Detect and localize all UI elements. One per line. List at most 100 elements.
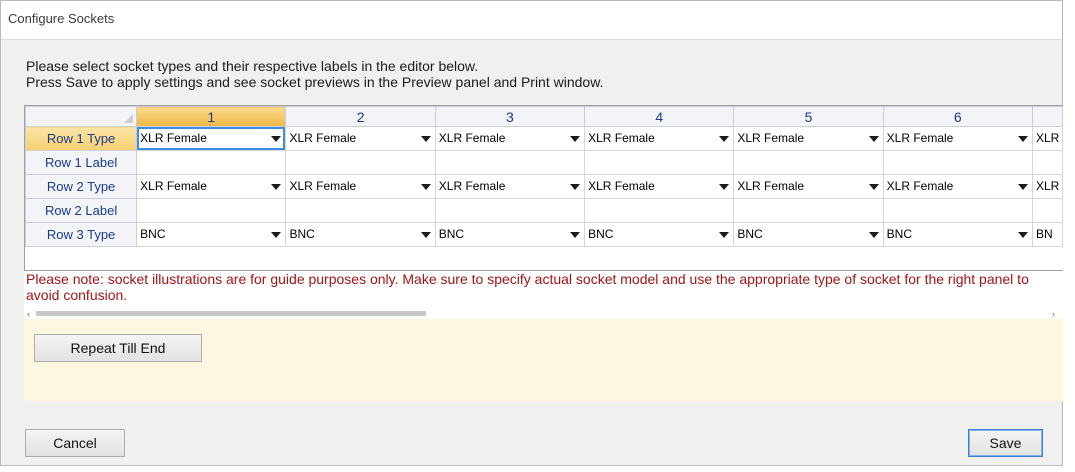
row-header[interactable]: Row 1 Label — [25, 150, 138, 175]
column-header-3[interactable]: 3 — [434, 106, 586, 127]
socket-type-select[interactable]: XLR Female — [735, 176, 882, 198]
column-header-4[interactable]: 4 — [584, 106, 735, 127]
horizontal-scrollbar[interactable]: ‹ › — [24, 308, 1063, 319]
socket-type-select[interactable]: XLR Female — [138, 176, 285, 198]
grid-cell[interactable]: BNC — [136, 222, 287, 247]
dropdown-arrow-icon[interactable] — [719, 184, 730, 190]
grid-cell[interactable] — [584, 198, 735, 223]
socket-type-select[interactable]: BNC — [138, 224, 285, 246]
socket-label-input[interactable] — [884, 152, 1031, 174]
socket-label-input[interactable] — [884, 200, 1031, 222]
grid-cell[interactable]: BNC — [882, 222, 1033, 247]
dropdown-arrow-icon[interactable] — [868, 136, 879, 142]
socket-type-select[interactable]: XLR Female — [884, 128, 1031, 150]
socket-type-select[interactable]: XLR Female — [586, 176, 733, 198]
dropdown-arrow-icon[interactable] — [868, 184, 879, 190]
socket-type-select[interactable]: BNC — [586, 224, 733, 246]
row-header[interactable]: Row 1 Type — [25, 126, 138, 151]
socket-type-select[interactable]: BNC — [884, 224, 1031, 246]
row-header[interactable]: Row 2 Type — [25, 174, 138, 199]
grid-cell[interactable]: XLR Female — [285, 174, 436, 199]
socket-type-select[interactable]: XLR Female — [287, 176, 434, 198]
grid-cell[interactable]: XLR Female — [584, 174, 735, 199]
grid-cell[interactable] — [285, 150, 436, 175]
dropdown-arrow-icon[interactable] — [719, 232, 730, 238]
grid-cell[interactable]: XLR Female — [136, 126, 287, 151]
dropdown-arrow-icon[interactable] — [719, 136, 730, 142]
socket-type-select[interactable]: XLR Female — [586, 128, 733, 150]
dropdown-arrow-icon[interactable] — [271, 232, 282, 238]
grid-cell[interactable]: XLR — [1031, 174, 1063, 199]
socket-label-input[interactable] — [436, 152, 583, 174]
column-header-1[interactable]: 1 — [136, 106, 287, 127]
dropdown-arrow-icon[interactable] — [420, 184, 431, 190]
grid-cell[interactable] — [285, 198, 436, 223]
socket-label-input[interactable] — [735, 200, 882, 222]
column-header-2[interactable]: 2 — [285, 106, 436, 127]
grid-cell[interactable]: BNC — [434, 222, 586, 247]
repeat-till-end-button[interactable]: Repeat Till End — [34, 334, 202, 362]
socket-type-select[interactable]: BN — [1033, 224, 1061, 246]
dropdown-arrow-icon[interactable] — [570, 232, 581, 238]
scroll-right-icon[interactable]: › — [1052, 309, 1055, 319]
grid-cell[interactable]: XLR Female — [136, 174, 287, 199]
socket-type-select[interactable]: XLR Female — [735, 128, 882, 150]
grid-cell[interactable]: BN — [1031, 222, 1063, 247]
row-header[interactable]: Row 2 Label — [25, 198, 138, 223]
grid-cell[interactable] — [136, 198, 287, 223]
grid-cell[interactable] — [882, 198, 1033, 223]
socket-type-select[interactable]: XLR Female — [436, 128, 583, 150]
socket-type-select[interactable]: BNC — [735, 224, 882, 246]
grid-cell[interactable]: XLR — [1031, 126, 1063, 151]
scrollbar-thumb[interactable] — [36, 311, 426, 316]
grid-cell[interactable]: BNC — [584, 222, 735, 247]
socket-label-input[interactable] — [287, 152, 434, 174]
grid-cell[interactable]: XLR Female — [733, 174, 884, 199]
grid-cell[interactable] — [1031, 150, 1063, 175]
cancel-button[interactable]: Cancel — [25, 429, 125, 457]
socket-type-select[interactable]: XLR Female — [884, 176, 1031, 198]
grid-cell[interactable]: XLR Female — [434, 174, 586, 199]
socket-type-select[interactable]: XLR — [1033, 176, 1061, 198]
grid-cell[interactable]: BNC — [285, 222, 436, 247]
grid-cell[interactable]: XLR Female — [882, 126, 1033, 151]
dropdown-arrow-icon[interactable] — [271, 136, 282, 142]
dropdown-arrow-icon[interactable] — [420, 136, 431, 142]
grid-cell[interactable] — [136, 150, 287, 175]
scroll-left-icon[interactable]: ‹ — [27, 309, 30, 319]
column-header-6[interactable]: 6 — [882, 106, 1033, 127]
grid-cell[interactable] — [733, 150, 884, 175]
socket-type-select[interactable]: XLR — [1033, 128, 1061, 150]
dropdown-arrow-icon[interactable] — [570, 136, 581, 142]
grid-corner[interactable] — [25, 106, 138, 127]
socket-label-input[interactable] — [287, 200, 434, 222]
grid-cell[interactable]: XLR Female — [285, 126, 436, 151]
grid-cell[interactable] — [434, 150, 586, 175]
grid-cell[interactable] — [584, 150, 735, 175]
grid-cell[interactable]: XLR Female — [434, 126, 586, 151]
column-header-5[interactable]: 5 — [733, 106, 884, 127]
socket-label-input[interactable] — [1033, 200, 1061, 222]
socket-label-input[interactable] — [1033, 152, 1061, 174]
socket-label-input[interactable] — [436, 200, 583, 222]
grid-cell[interactable]: XLR Female — [882, 174, 1033, 199]
grid-cell[interactable] — [1031, 198, 1063, 223]
dropdown-arrow-icon[interactable] — [420, 232, 431, 238]
grid-cell[interactable] — [882, 150, 1033, 175]
socket-type-select[interactable]: BNC — [287, 224, 434, 246]
dropdown-arrow-icon[interactable] — [271, 184, 282, 190]
socket-type-select[interactable]: XLR Female — [137, 127, 285, 150]
dropdown-arrow-icon[interactable] — [868, 232, 879, 238]
row-header[interactable]: Row 3 Type — [25, 222, 138, 247]
socket-label-input[interactable] — [735, 152, 882, 174]
grid-cell[interactable] — [733, 198, 884, 223]
socket-label-input[interactable] — [586, 200, 733, 222]
dropdown-arrow-icon[interactable] — [1017, 136, 1028, 142]
socket-label-input[interactable] — [138, 152, 285, 174]
column-header-7[interactable] — [1031, 106, 1063, 127]
socket-label-input[interactable] — [586, 152, 733, 174]
grid-cell[interactable]: XLR Female — [584, 126, 735, 151]
socket-type-select[interactable]: XLR Female — [436, 176, 583, 198]
socket-type-select[interactable]: BNC — [436, 224, 583, 246]
dropdown-arrow-icon[interactable] — [1017, 232, 1028, 238]
